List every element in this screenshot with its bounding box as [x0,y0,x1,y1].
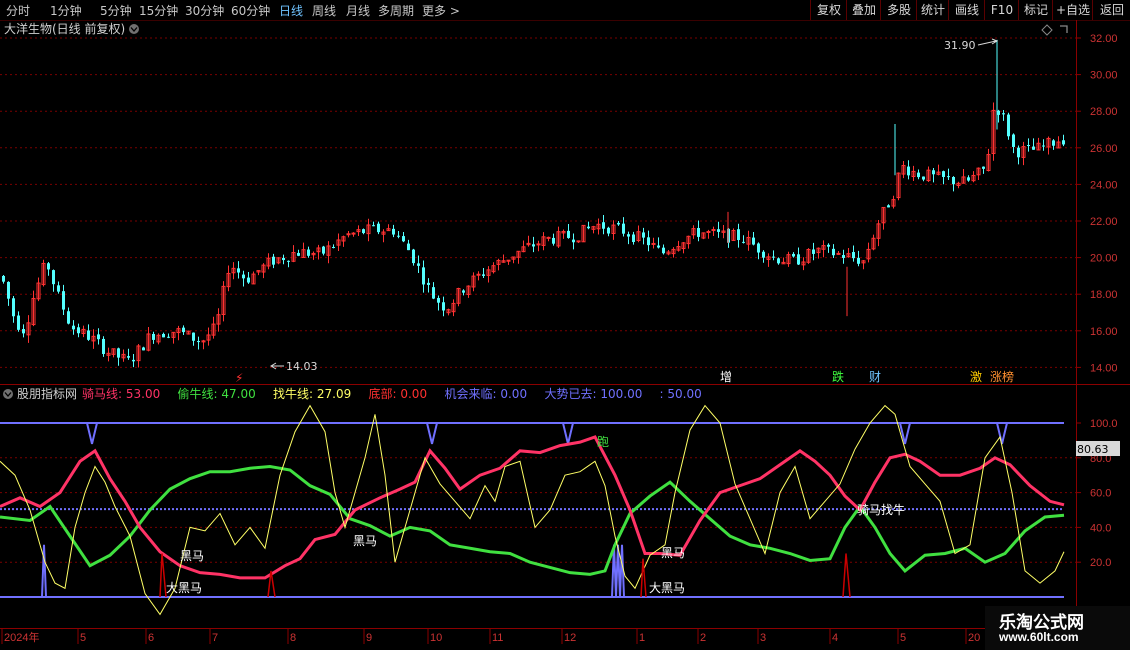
indicator-value: 骑马线: 53.00 [82,387,160,401]
price-gridlines [0,37,1076,368]
date-axis: 2024年 5 6 7 8 9 10 11 12 1 2 3 4 5 20 [1,629,980,644]
price-tick-label: 20.00 [1090,253,1118,265]
diamond-icon[interactable] [1041,24,1053,36]
date-tick-label: 3 [760,632,766,644]
price-tick-label: 32.00 [1090,33,1118,45]
date-tick-label: 9 [366,632,372,644]
price-tick-label: 18.00 [1090,289,1118,301]
event-tag-increase[interactable]: 增 [720,370,732,384]
event-tag-fall[interactable]: 跌 [832,369,844,384]
indicator-value: 底部: 0.00 [369,386,428,401]
price-tick-label: 26.00 [1090,143,1118,155]
watermark-url: www.60lt.com [999,630,1079,644]
date-tick-label: 1 [639,632,645,644]
price-tick-label: 22.00 [1090,216,1118,228]
indicator-name[interactable]: 股朋指标网 [17,386,77,401]
date-tick-label: 7 [212,632,218,644]
date-tick-label: 10 [430,632,442,644]
price-tick-label: 24.00 [1090,179,1118,191]
max-price-label: 31.90 [944,39,976,52]
max-arrow-icon [977,38,999,46]
date-tick-label: 6 [148,632,154,644]
candlestick-series [2,39,1065,368]
indicator-dropdown-icon[interactable] [3,389,13,399]
date-tick-label: 8 [290,632,296,644]
stock-title: 大洋生物(日线 前复权) [4,21,125,36]
annotation-big-black-horse-2: 大黑马 [649,581,685,595]
upper-band-dip [996,422,1008,445]
indicator-values: 骑马线: 53.00 偷牛线: 47.00 找牛线: 27.09 底部: 0.00 机会… [82,386,702,401]
steal-bull-line [0,464,1065,576]
annotation-big-black-horse-1: 大黑马 [166,581,202,595]
date-tick-label: 11 [492,632,503,644]
date-tick-label: 20 [968,632,980,644]
price-axis: 32.00 30.00 28.00 26.00 24.00 22.00 20.00 18.00… [1076,33,1118,374]
bottom-signal-line [842,553,851,598]
annotation-black-horse-1: 黑马 [180,549,204,563]
annotation-ride-find-bull: 骑马找牛 [857,502,905,517]
price-tick-label: 14.00 [1090,362,1118,374]
date-tick-label: 2 [700,632,706,644]
indicator-value: : 50.00 [660,387,702,401]
upper-band-dip [562,422,574,445]
indicator-value: 大势已去: 100.00 [545,387,643,401]
indicator-value: 机会来临: 0.00 [445,387,528,401]
price-tick-label: 28.00 [1090,106,1118,118]
min-arrow-icon [270,362,284,370]
indicator-tick-label: 20.0 [1090,557,1111,569]
lower-band-spike [611,544,625,598]
indicator-value: 找牛线: 27.09 [273,386,351,401]
kline-chart-area[interactable]: 32.00 30.00 28.00 26.00 24.00 22.00 20.00 18.00… [0,0,1130,650]
upper-band-dip [899,422,911,445]
collapse-icon[interactable] [1060,25,1068,33]
price-tick-label: 16.00 [1090,326,1118,338]
date-tick-label: 4 [832,632,838,644]
date-tick-label: 12 [564,632,576,644]
date-tick-label: 5 [900,632,906,644]
date-tick-label: 5 [80,632,86,644]
event-tag-finance[interactable]: 财 [869,370,881,384]
date-tick-label: 2024年 [4,630,39,644]
indicator-tick-label: 40.0 [1090,522,1111,534]
title-dropdown-icon[interactable] [129,24,139,34]
current-value-badge: 80.63 [1076,441,1120,456]
annotation-black-horse-3: 黑马 [661,546,685,560]
event-tag-lightning[interactable]: ⚡ [235,371,243,385]
indicator-tick-label: 100.0 [1090,418,1118,430]
indicator-axis: 100.080.060.040.020.0 [1076,418,1118,569]
upper-band-dip [86,422,98,445]
indicator-tick-label: 60.0 [1090,488,1111,500]
event-tag-rank[interactable]: 涨榜 [990,369,1014,384]
event-tag-excite[interactable]: 激 [970,370,982,384]
site-watermark: 乐淘公式网 www.60lt.com [985,606,1130,650]
min-price-label: 14.03 [286,360,318,373]
annotation-black-horse-2: 黑马 [353,534,377,548]
indicator-value: 偷牛线: 47.00 [178,386,256,401]
annotation-run: 跑 [597,435,609,449]
upper-band-dip [426,422,438,445]
price-tick-label: 30.00 [1090,70,1118,82]
bottom-signal-line [640,558,647,598]
svg-text:80.63: 80.63 [1077,443,1109,456]
